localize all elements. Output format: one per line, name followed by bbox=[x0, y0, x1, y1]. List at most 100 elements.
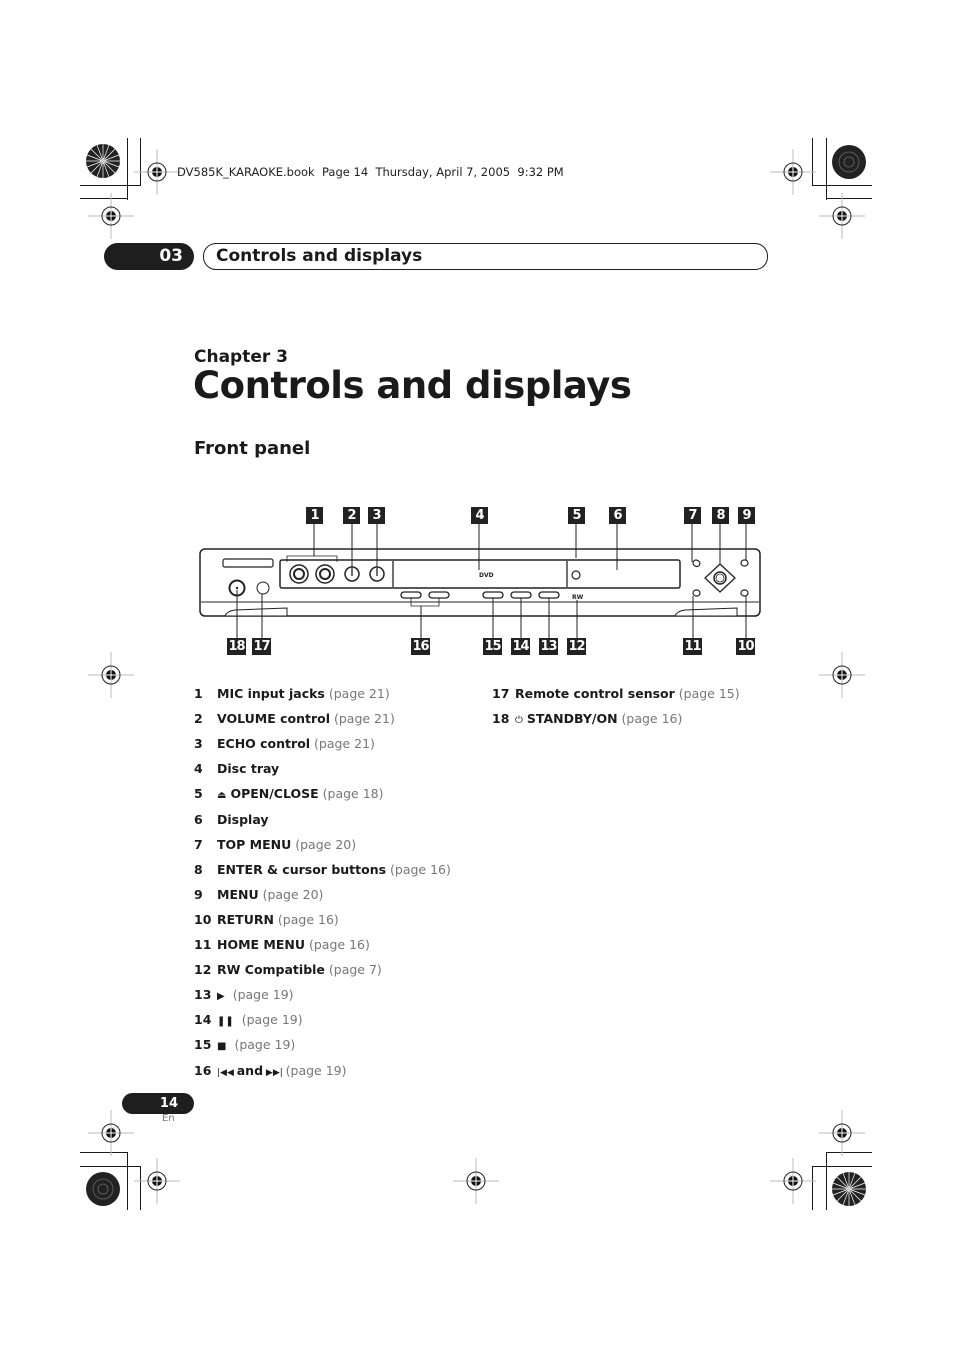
callout-15: 15 bbox=[483, 638, 502, 655]
registration-mark-icon bbox=[88, 652, 134, 698]
page-title: Controls and displays bbox=[193, 364, 632, 407]
registration-mark-icon bbox=[770, 149, 816, 195]
legend-item: 5 ⏏ OPEN/CLOSE (page 18) bbox=[194, 786, 384, 801]
legend-item-page-ref[interactable]: (page 20) bbox=[295, 837, 356, 852]
legend-item: 18 ⏻ STANDBY/ON (page 16) bbox=[492, 711, 682, 726]
legend-item-page-ref[interactable]: (page 15) bbox=[679, 686, 740, 701]
legend-item-page-ref[interactable]: (page 7) bbox=[329, 962, 382, 977]
legend-item: 11 HOME MENU (page 16) bbox=[194, 937, 370, 952]
legend-item: 4 Disc tray bbox=[194, 761, 279, 776]
page-number-badge: 14 bbox=[122, 1093, 194, 1114]
legend-item: 12 RW Compatible (page 7) bbox=[194, 962, 382, 977]
callout-11: 11 bbox=[683, 638, 702, 655]
legend-item-page-ref[interactable]: (page 16) bbox=[309, 937, 370, 952]
legend-item-page-ref[interactable]: (page 16) bbox=[390, 862, 451, 877]
legend-item: 14 ❚❚ (page 19) bbox=[194, 1012, 303, 1027]
legend-item-number: 12 bbox=[194, 962, 212, 978]
legend-item-page-ref[interactable]: (page 19) bbox=[234, 1037, 295, 1052]
legend-item-number: 2 bbox=[194, 711, 203, 727]
legend-item-number: 6 bbox=[194, 811, 203, 827]
legend-item-page-ref[interactable]: (page 20) bbox=[263, 887, 324, 902]
legend-item-page-ref[interactable]: (page 19) bbox=[233, 987, 294, 1002]
legend-item-number: 4 bbox=[194, 761, 203, 777]
registration-mark-icon bbox=[770, 1158, 816, 1204]
legend-item-label: OPEN/CLOSE bbox=[230, 786, 319, 802]
legend-item: 2 VOLUME control (page 21) bbox=[194, 711, 395, 726]
callout-1: 1 bbox=[306, 507, 323, 524]
legend-item-label: ENTER & cursor buttons bbox=[217, 861, 387, 877]
callout-10: 10 bbox=[736, 638, 755, 655]
legend-item: 1 MIC input jacks (page 21) bbox=[194, 686, 390, 701]
registration-mark-icon bbox=[134, 149, 180, 195]
registration-mark-icon bbox=[88, 1110, 134, 1156]
legend-item-label: MENU bbox=[217, 886, 259, 902]
legend-item-page-ref[interactable]: (page 18) bbox=[323, 786, 384, 801]
legend-item: 17 Remote control sensor (page 15) bbox=[492, 686, 740, 701]
pioneer-logo bbox=[222, 558, 274, 568]
legend-item-label: Disc tray bbox=[217, 761, 280, 777]
section-title: Front panel bbox=[194, 438, 311, 459]
callout-2: 2 bbox=[343, 507, 360, 524]
front-panel-diagram: DVD RW 1 2 3 4 5 6 7 8 9 18 17 16 15 14 … bbox=[195, 500, 765, 665]
chapter-number-badge: 03 bbox=[104, 243, 194, 270]
registration-mark-icon bbox=[819, 193, 865, 239]
legend-item-label: TOP MENU bbox=[217, 836, 292, 852]
legend-item-number: 11 bbox=[194, 937, 212, 952]
legend-item-number: 5 bbox=[194, 786, 203, 802]
pause-icon: ❚❚ bbox=[217, 1016, 234, 1028]
callout-6: 6 bbox=[609, 507, 626, 524]
legend-item-page-ref[interactable]: (page 21) bbox=[314, 736, 375, 751]
chapter-header-bar: Controls and displays bbox=[203, 243, 768, 270]
legend-item: 10 RETURN (page 16) bbox=[194, 912, 339, 927]
legend-item: 15 ■ (page 19) bbox=[194, 1037, 295, 1052]
callout-8: 8 bbox=[712, 507, 729, 524]
callout-17: 17 bbox=[252, 638, 271, 655]
legend-item-page-ref[interactable]: (page 21) bbox=[329, 686, 390, 701]
legend-item: 8 ENTER & cursor buttons (page 16) bbox=[194, 862, 451, 877]
callout-9: 9 bbox=[738, 507, 755, 524]
eject-icon: ⏏ bbox=[217, 790, 227, 802]
svg-text:RW: RW bbox=[572, 594, 584, 601]
callout-5: 5 bbox=[568, 507, 585, 524]
next-icon: ▶▶| bbox=[263, 1067, 286, 1078]
legend-item-page-ref[interactable]: (page 16) bbox=[622, 711, 683, 726]
legend-item-label: ECHO control bbox=[217, 736, 311, 752]
callout-3: 3 bbox=[368, 507, 385, 524]
starburst-mark-icon bbox=[86, 1172, 120, 1206]
legend-item-number: 8 bbox=[194, 861, 203, 877]
legend-item-page-ref[interactable]: (page 16) bbox=[278, 912, 339, 927]
legend-item: 13 ▶ (page 19) bbox=[194, 987, 294, 1002]
stop-icon: ■ bbox=[217, 1041, 227, 1053]
legend-item-page-ref[interactable]: (page 19) bbox=[286, 1063, 347, 1078]
chapter-header-title: Controls and displays bbox=[216, 246, 423, 266]
legend-item-number: 7 bbox=[194, 836, 203, 852]
legend-item-page-ref[interactable]: (page 21) bbox=[334, 711, 395, 726]
play-icon: ▶ bbox=[217, 991, 225, 1003]
registration-mark-icon bbox=[453, 1158, 499, 1204]
starburst-mark-icon bbox=[86, 144, 120, 178]
svg-text:DVD: DVD bbox=[479, 572, 494, 579]
language-label: En bbox=[162, 1113, 175, 1124]
legend-item-label: Display bbox=[217, 811, 269, 827]
legend-item-label: HOME MENU bbox=[217, 937, 306, 952]
legend-item-number: 18 bbox=[492, 711, 510, 727]
dvd-player-drawing: DVD RW bbox=[199, 524, 761, 638]
legend-item-label: RETURN bbox=[217, 911, 274, 927]
registration-mark-icon bbox=[88, 193, 134, 239]
legend-item-label: and bbox=[236, 1062, 264, 1078]
legend-item-page-ref[interactable]: (page 19) bbox=[242, 1012, 303, 1027]
previous-icon: |◀◀ bbox=[217, 1067, 237, 1078]
callout-14: 14 bbox=[511, 638, 530, 655]
legend-item-label: VOLUME control bbox=[217, 711, 330, 727]
callout-16: 16 bbox=[411, 638, 430, 655]
legend-item: 7 TOP MENU (page 20) bbox=[194, 837, 356, 852]
legend-item-label: Remote control sensor bbox=[515, 686, 675, 701]
power-icon: ⏻ bbox=[515, 715, 523, 727]
registration-mark-icon bbox=[134, 1158, 180, 1204]
callout-13: 13 bbox=[539, 638, 558, 655]
registration-mark-icon bbox=[819, 652, 865, 698]
legend-item-number: 3 bbox=[194, 736, 203, 752]
print-info: DV585K_KARAOKE.book Page 14 Thursday, Ap… bbox=[177, 165, 564, 179]
legend-item: 6 Display bbox=[194, 812, 269, 827]
starburst-mark-icon bbox=[832, 145, 866, 179]
